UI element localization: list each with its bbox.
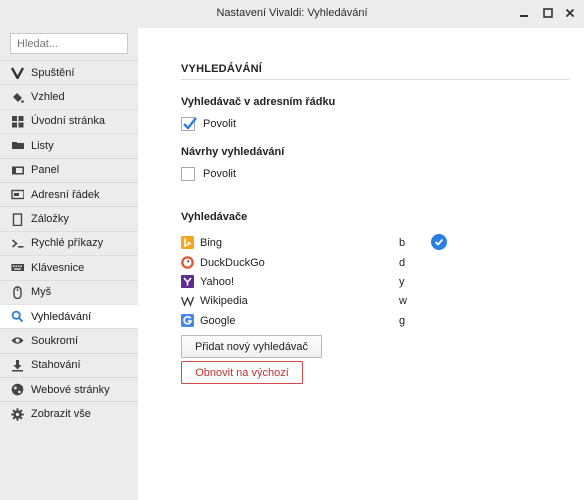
sidebar-item-label: Záložky (31, 213, 69, 226)
address-bar-search-heading: Vyhledávač v adresním řádku (181, 96, 336, 108)
sidebar-item-mouse[interactable]: Myš (0, 279, 138, 304)
sidebar-item-address-bar[interactable]: Adresní řádek (0, 181, 138, 206)
engine-row-duckduckgo[interactable]: DuckDuckGo d (181, 253, 481, 272)
google-icon (181, 314, 194, 327)
add-search-engine-button[interactable]: Přidat nový vyhledávač (181, 335, 322, 358)
close-button[interactable] (562, 5, 578, 21)
sidebar-item-label: Klávesnice (31, 261, 85, 274)
settings-content: VYHLEDÁVÁNÍ Vyhledávač v adresním řádku … (138, 28, 584, 500)
minimize-icon (520, 15, 528, 17)
sidebar-item-label: Webové stránky (31, 383, 110, 396)
sidebar-item-label: Panel (31, 164, 60, 177)
engine-name: Yahoo! (200, 275, 235, 288)
download-icon (10, 358, 24, 372)
search-icon (10, 310, 24, 324)
sidebar-item-label: Listy (31, 139, 54, 152)
tabs-icon (10, 139, 24, 153)
engine-row-yahoo[interactable]: Yahoo! y (181, 272, 481, 291)
checkmark-icon (183, 117, 197, 130)
close-icon (565, 8, 575, 18)
address-bar-search-toggle[interactable]: Povolit (181, 117, 236, 131)
engine-keyword: w (399, 294, 407, 307)
grid-icon (10, 114, 24, 128)
engine-name: DuckDuckGo (200, 256, 265, 269)
sidebar-item-quick-commands[interactable]: Rychlé příkazy (0, 230, 138, 255)
sidebar-item-bookmarks[interactable]: Záložky (0, 206, 138, 230)
sidebar-item-panel[interactable]: Panel (0, 157, 138, 182)
wikipedia-icon (181, 294, 194, 307)
sidebar-item-label: Vzhled (31, 91, 65, 104)
sidebar-nav: Spuštění Vzhled Úvodní stránka Listy Pan… (0, 60, 138, 426)
gear-icon (10, 407, 24, 421)
yahoo-icon (181, 275, 194, 288)
title-bar: Nastavení Vivaldi: Vyhledávání (0, 0, 584, 28)
address-bar-search-checkbox[interactable] (181, 117, 197, 131)
engine-keyword: b (399, 236, 406, 249)
address-bar-icon (10, 188, 24, 202)
engine-row-wikipedia[interactable]: Wikipedia w (181, 291, 481, 310)
quick-commands-icon (10, 236, 24, 250)
engine-name: Wikipedia (200, 294, 248, 307)
sidebar-item-label: Vyhledávání (31, 310, 92, 323)
search-engines-heading: Vyhledávače (181, 211, 248, 223)
sidebar-item-tabs[interactable]: Listy (0, 133, 138, 157)
eye-icon (10, 334, 24, 348)
sidebar-item-start-page[interactable]: Úvodní stránka (0, 108, 138, 133)
bookmark-icon (10, 212, 24, 226)
reset-to-default-button[interactable]: Obnovit na výchozí (181, 361, 303, 384)
sidebar-item-label: Adresní řádek (31, 188, 100, 201)
default-engine-check-icon (431, 234, 447, 250)
sidebar-item-keyboard[interactable]: Klávesnice (0, 255, 138, 279)
search-input[interactable] (10, 33, 128, 54)
sidebar-item-startup[interactable]: Spuštění (0, 60, 138, 84)
search-suggestions-toggle[interactable]: Povolit (181, 167, 236, 181)
maximize-button[interactable] (540, 5, 556, 21)
engine-name: Bing (200, 236, 223, 249)
engine-name: Google (200, 314, 236, 327)
engine-keyword: y (399, 275, 405, 288)
mouse-icon (10, 285, 24, 299)
globe-icon (10, 383, 24, 397)
sidebar-item-label: Soukromí (31, 334, 79, 347)
sidebar-item-webpages[interactable]: Webové stránky (0, 377, 138, 401)
checkbox-label: Povolit (203, 118, 237, 130)
keyboard-icon (10, 261, 24, 275)
panel-icon (10, 163, 24, 177)
sidebar-item-label: Spuštění (31, 66, 75, 79)
sidebar-item-label: Rychlé příkazy (31, 237, 104, 250)
section-title: VYHLEDÁVÁNÍ (181, 63, 263, 75)
sidebar-item-label: Myš (31, 286, 52, 299)
sidebar-item-search[interactable]: Vyhledávání (0, 303, 138, 329)
checkbox-label: Povolit (203, 168, 237, 180)
window-title: Nastavení Vivaldi: Vyhledávání (216, 7, 368, 19)
sidebar-item-show-all[interactable]: Zobrazit vše (0, 401, 138, 425)
search-suggestions-checkbox[interactable] (181, 167, 195, 181)
sidebar-item-label: Stahování (31, 359, 81, 372)
paint-bucket-icon (10, 90, 24, 104)
maximize-icon (543, 8, 553, 18)
sidebar-item-downloads[interactable]: Stahování (0, 352, 138, 377)
vivaldi-icon (10, 66, 24, 80)
section-divider (181, 79, 569, 80)
bing-icon (181, 236, 194, 249)
sidebar-item-privacy[interactable]: Soukromí (0, 328, 138, 352)
sidebar-item-label: Zobrazit vše (31, 408, 91, 421)
search-suggestions-heading: Návrhy vyhledávání (181, 146, 285, 158)
minimize-button[interactable] (516, 5, 532, 21)
sidebar: Spuštění Vzhled Úvodní stránka Listy Pan… (0, 28, 138, 500)
sidebar-item-appearance[interactable]: Vzhled (0, 84, 138, 108)
duckduckgo-icon (181, 256, 194, 269)
sidebar-item-label: Úvodní stránka (31, 115, 105, 128)
engine-row-google[interactable]: Google g (181, 311, 481, 330)
engine-keyword: g (399, 314, 406, 327)
engine-keyword: d (399, 256, 406, 269)
